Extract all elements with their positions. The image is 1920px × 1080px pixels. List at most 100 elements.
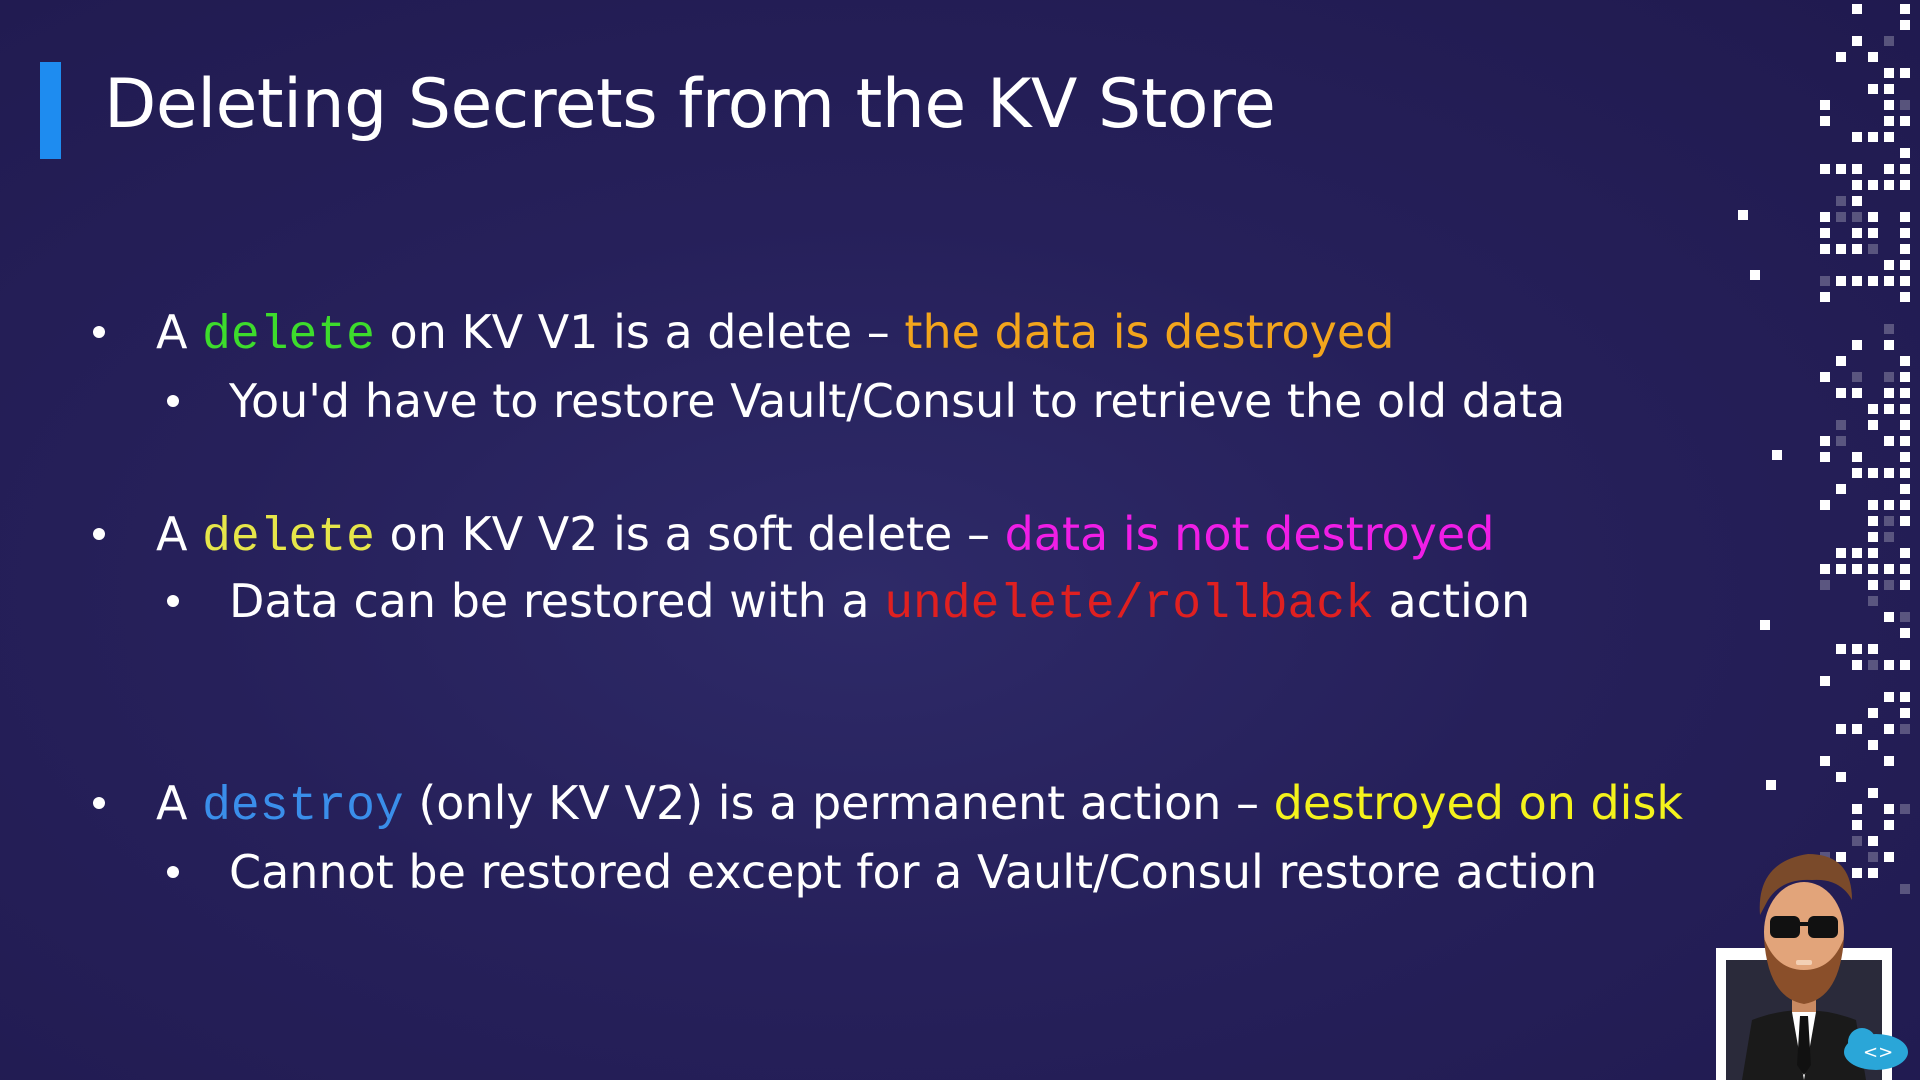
pixel-square bbox=[1900, 116, 1910, 126]
pixel-square bbox=[1868, 788, 1878, 798]
pixel-square bbox=[1836, 724, 1846, 734]
pixel-square bbox=[1884, 580, 1894, 590]
pixel-square bbox=[1852, 180, 1862, 190]
pixel-square bbox=[1900, 468, 1910, 478]
pixel-square bbox=[1884, 180, 1894, 190]
sub-bullet-dot bbox=[167, 595, 179, 607]
pixel-square bbox=[1868, 180, 1878, 190]
bullet-3-sub: Cannot be restored except for a Vault/Co… bbox=[167, 842, 1598, 902]
pixel-square bbox=[1836, 164, 1846, 174]
pixel-square bbox=[1900, 100, 1910, 110]
pixel-square bbox=[1868, 548, 1878, 558]
pixel-square bbox=[1852, 196, 1862, 206]
pixel-square bbox=[1900, 628, 1910, 638]
pixel-square bbox=[1900, 164, 1910, 174]
pixel-square bbox=[1868, 420, 1878, 430]
pixel-square bbox=[1868, 244, 1878, 254]
pixel-square bbox=[1836, 244, 1846, 254]
pixel-square bbox=[1868, 740, 1878, 750]
pixel-square bbox=[1820, 580, 1830, 590]
pixel-square bbox=[1868, 644, 1878, 654]
pixel-square bbox=[1884, 372, 1894, 382]
pixel-square bbox=[1900, 420, 1910, 430]
pixel-square bbox=[1884, 404, 1894, 414]
pixel-square bbox=[1868, 500, 1878, 510]
glasses-left bbox=[1770, 916, 1800, 938]
pixel-square bbox=[1820, 676, 1830, 686]
pixel-square bbox=[1820, 436, 1830, 446]
pixel-square bbox=[1884, 532, 1894, 542]
pixel-square bbox=[1900, 516, 1910, 526]
pixel-square bbox=[1900, 660, 1910, 670]
pixel-square bbox=[1820, 500, 1830, 510]
pixel-square bbox=[1900, 500, 1910, 510]
pixel-square bbox=[1772, 450, 1782, 460]
pixel-square bbox=[1884, 692, 1894, 702]
pixel-square bbox=[1868, 564, 1878, 574]
pixel-square bbox=[1852, 564, 1862, 574]
pixel-square bbox=[1884, 724, 1894, 734]
pixel-square bbox=[1868, 468, 1878, 478]
bullet-1-prefix: A bbox=[156, 305, 203, 359]
bullet-3-prefix: A bbox=[156, 776, 203, 830]
pixel-square bbox=[1884, 468, 1894, 478]
pixel-square bbox=[1884, 500, 1894, 510]
pixel-square bbox=[1900, 180, 1910, 190]
pixel-square bbox=[1766, 780, 1776, 790]
pixel-square bbox=[1868, 708, 1878, 718]
pixel-square bbox=[1760, 620, 1770, 630]
pixel-square bbox=[1820, 372, 1830, 382]
pixel-square bbox=[1836, 436, 1846, 446]
pixel-square bbox=[1852, 660, 1862, 670]
pixel-square bbox=[1852, 228, 1862, 238]
pixel-square bbox=[1900, 724, 1910, 734]
pixel-square bbox=[1884, 276, 1894, 286]
bullet-2-highlight: data is not destroyed bbox=[1004, 507, 1495, 561]
pixel-square bbox=[1852, 804, 1862, 814]
pixel-square bbox=[1900, 388, 1910, 398]
pixel-square bbox=[1820, 244, 1830, 254]
pixel-square bbox=[1820, 756, 1830, 766]
pixel-square bbox=[1820, 212, 1830, 222]
pixel-square bbox=[1900, 228, 1910, 238]
bullet-2-text: on KV V2 is a soft delete – bbox=[374, 507, 1005, 561]
pixel-square bbox=[1852, 372, 1862, 382]
pixel-square bbox=[1900, 548, 1910, 558]
pixel-square bbox=[1900, 372, 1910, 382]
pixel-square bbox=[1836, 564, 1846, 574]
pixel-square bbox=[1884, 388, 1894, 398]
pixel-square bbox=[1820, 452, 1830, 462]
bullet-1-code: delete bbox=[202, 309, 375, 363]
pixel-square bbox=[1868, 52, 1878, 62]
bullet-1-highlight: the data is destroyed bbox=[904, 305, 1395, 359]
pixel-square bbox=[1868, 532, 1878, 542]
pixel-square bbox=[1884, 164, 1894, 174]
pixel-square bbox=[1852, 244, 1862, 254]
svg-text:<>: <> bbox=[1863, 1042, 1893, 1063]
mouth bbox=[1796, 960, 1812, 965]
pixel-square bbox=[1900, 692, 1910, 702]
pixel-square bbox=[1868, 660, 1878, 670]
pixel-square bbox=[1852, 388, 1862, 398]
bullet-3-sub-text: Cannot be restored except for a Vault/Co… bbox=[229, 845, 1598, 899]
pixel-square bbox=[1820, 100, 1830, 110]
bullet-1-text: on KV V1 is a delete – bbox=[374, 305, 905, 359]
pixel-square bbox=[1900, 292, 1910, 302]
pixel-square bbox=[1884, 804, 1894, 814]
pixel-square bbox=[1900, 404, 1910, 414]
pixel-square bbox=[1884, 756, 1894, 766]
pixel-square bbox=[1836, 356, 1846, 366]
pixel-square bbox=[1852, 276, 1862, 286]
pixel-square bbox=[1868, 580, 1878, 590]
pixel-square bbox=[1852, 4, 1862, 14]
pixel-square bbox=[1836, 420, 1846, 430]
pixel-square bbox=[1852, 36, 1862, 46]
pixel-square bbox=[1900, 260, 1910, 270]
pixel-square bbox=[1820, 116, 1830, 126]
pixel-square bbox=[1884, 116, 1894, 126]
pixel-square bbox=[1884, 660, 1894, 670]
pixel-square bbox=[1884, 36, 1894, 46]
sub-bullet-dot bbox=[167, 866, 179, 878]
bullet-3: A destroy (only KV V2) is a permanent ac… bbox=[93, 773, 1683, 837]
bullet-3-code: destroy bbox=[202, 780, 404, 834]
